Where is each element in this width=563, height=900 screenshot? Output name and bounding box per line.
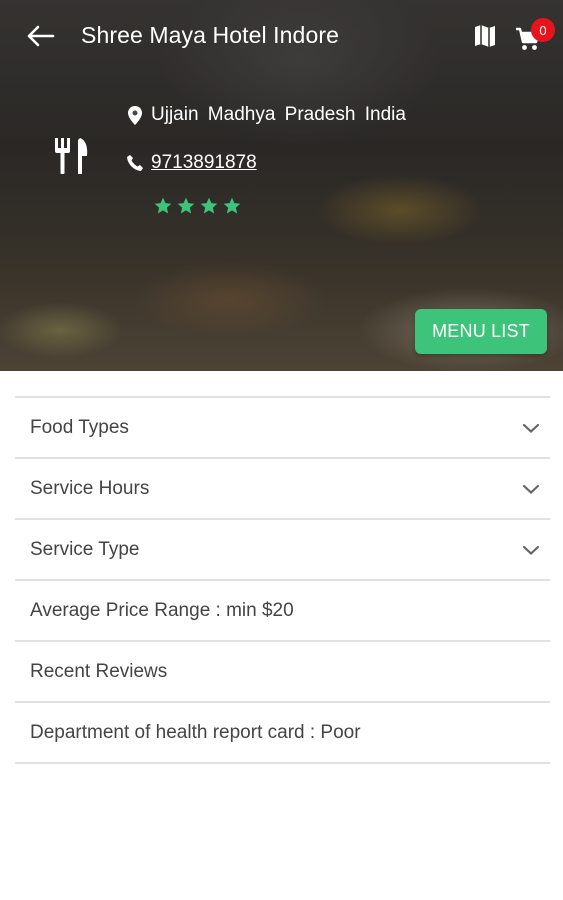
- chevron-down-icon[interactable]: [520, 417, 542, 439]
- phone-icon: [126, 153, 144, 173]
- details-list-item: Average Price Range : min $20: [15, 581, 550, 642]
- location-text: Ujjain Madhya Pradesh India: [151, 104, 406, 125]
- page-title: Shree Maya Hotel Indore: [81, 22, 339, 48]
- menu-list-button[interactable]: MENU LIST: [415, 309, 547, 354]
- details-list-item: Department of health report card : Poor: [15, 703, 550, 764]
- restaurant-icon: [52, 136, 92, 176]
- chevron-down-icon[interactable]: [520, 539, 542, 561]
- details-item-label: Food Types: [30, 416, 129, 438]
- star-icon: [154, 197, 172, 214]
- details-list-item: Recent Reviews: [15, 642, 550, 703]
- star-icon: [200, 197, 218, 214]
- details-item-label: Recent Reviews: [30, 660, 168, 682]
- phone-link[interactable]: 9713891878: [151, 152, 257, 174]
- details-list-item[interactable]: Service Hours: [15, 459, 550, 520]
- location-row: Ujjain Madhya Pradesh India: [126, 104, 406, 126]
- hero-header: Shree Maya Hotel Indore 0 Ujjain Madhya …: [0, 0, 563, 371]
- details-list-item[interactable]: Food Types: [15, 398, 550, 459]
- details-list-item[interactable]: Service Type: [15, 520, 550, 581]
- chevron-down-icon[interactable]: [520, 478, 542, 500]
- arrow-left-icon: [27, 25, 55, 47]
- rating-stars: [153, 196, 242, 216]
- cart-count-badge: 0: [531, 18, 555, 42]
- map-icon: [475, 25, 495, 47]
- phone-row[interactable]: 9713891878: [126, 152, 257, 174]
- details-item-label: Average Price Range : min $20: [30, 599, 294, 621]
- details-item-label: Service Hours: [30, 477, 150, 499]
- star-icon: [177, 197, 195, 214]
- back-button[interactable]: [22, 20, 58, 52]
- details-item-label: Service Type: [30, 538, 140, 560]
- details-list: Food Types Service Hours Service Type Avera…: [15, 396, 550, 764]
- details-item-label: Department of health report card : Poor: [30, 721, 361, 743]
- star-icon: [223, 197, 241, 214]
- location-pin-icon: [126, 105, 144, 125]
- map-button[interactable]: [472, 22, 498, 50]
